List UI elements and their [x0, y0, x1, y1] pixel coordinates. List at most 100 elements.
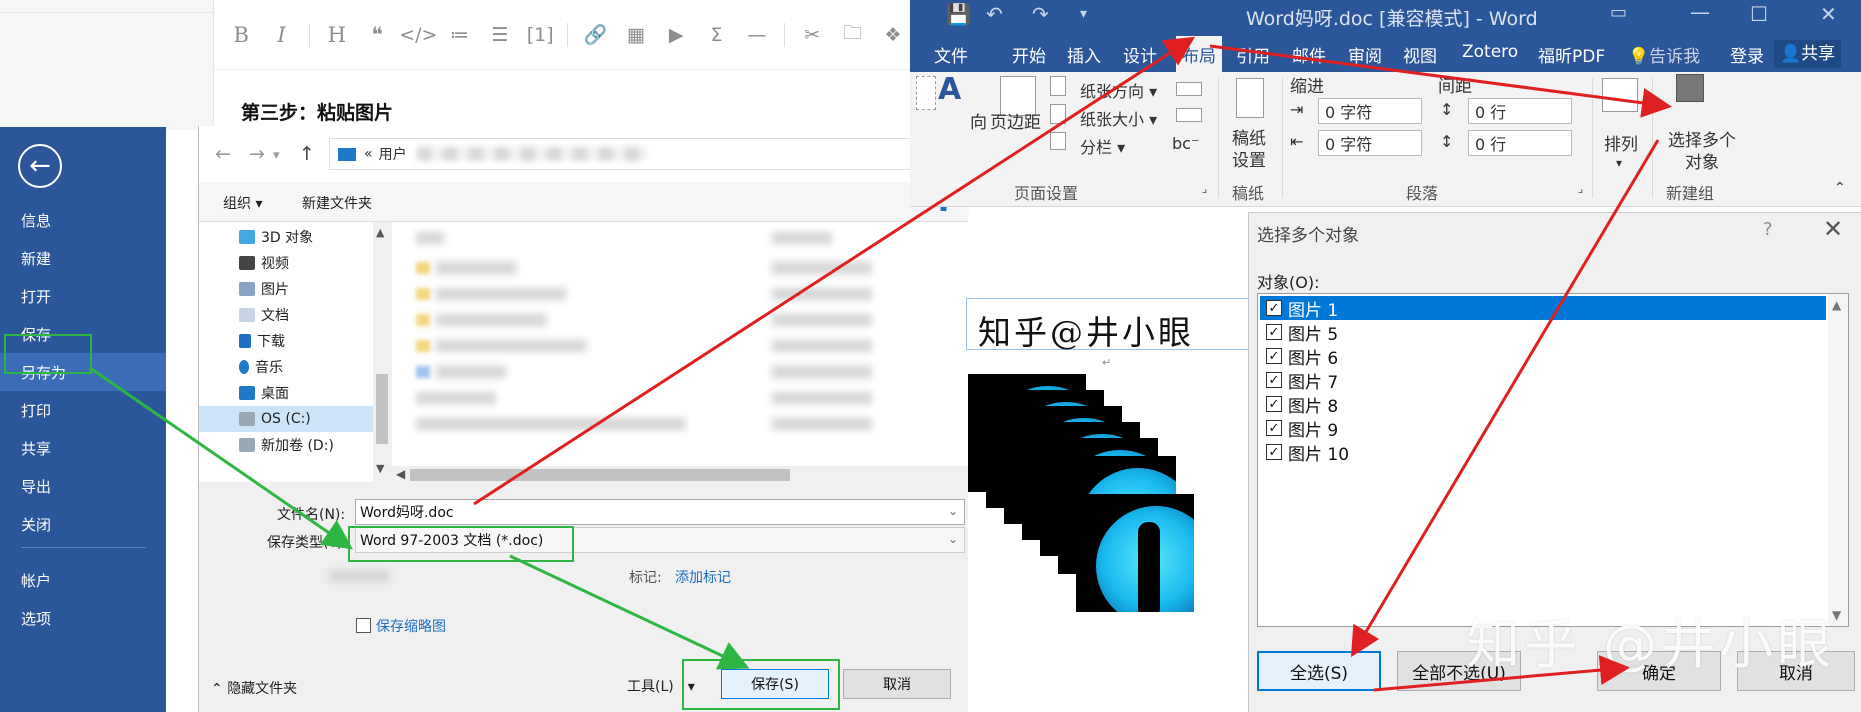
- customize-qat-icon[interactable]: ▾: [1080, 6, 1087, 22]
- indent-right-input[interactable]: 0 字符: [1318, 130, 1422, 156]
- select-multiple-objects-button[interactable]: 选择多个对象: [1662, 130, 1742, 174]
- size-button[interactable]: 纸张大小 ▾: [1080, 106, 1157, 130]
- scroll-left-icon[interactable]: ◀: [396, 467, 405, 481]
- collapse-ribbon-icon[interactable]: ⌃: [1834, 180, 1846, 196]
- list-item[interactable]: ✓ 图片 9: [1260, 416, 1826, 441]
- cancel-button[interactable]: 取消: [843, 669, 951, 699]
- list-item[interactable]: ✓ 图片 6: [1260, 344, 1826, 369]
- close-icon[interactable]: ✕: [1820, 2, 1837, 26]
- line-numbers-icon[interactable]: [1176, 108, 1202, 122]
- nav-item-downloads[interactable]: 下载: [239, 328, 389, 354]
- undo-icon[interactable]: ↶: [986, 2, 1003, 26]
- plugin-icon[interactable]: ❖: [876, 17, 910, 53]
- tell-me-box[interactable]: 💡告诉我: [1628, 42, 1700, 67]
- forward-nav-icon[interactable]: →: [249, 143, 265, 165]
- orientation-button[interactable]: 纸张方向 ▾: [1080, 78, 1157, 102]
- help-icon[interactable]: ?: [1763, 219, 1773, 240]
- indent-left-input[interactable]: 0 字符: [1318, 98, 1422, 124]
- dialog-launcher-icon[interactable]: ⌟: [1202, 182, 1207, 195]
- tab-view[interactable]: 视图: [1403, 42, 1437, 67]
- tab-references[interactable]: 引用: [1236, 42, 1270, 67]
- scroll-thumb[interactable]: [376, 374, 388, 444]
- text-direction-label[interactable]: 向: [970, 108, 987, 133]
- scroll-thumb[interactable]: [410, 469, 790, 481]
- up-folder-icon[interactable]: ↑: [299, 143, 315, 165]
- nav-item-desktop[interactable]: 桌面: [239, 380, 389, 406]
- backstage-item-info[interactable]: 信息: [0, 201, 166, 239]
- bold-icon[interactable]: B: [224, 17, 258, 53]
- divider-icon[interactable]: —: [740, 17, 774, 53]
- tab-design[interactable]: 设计: [1123, 42, 1157, 67]
- objects-list[interactable]: ✓ 图片 1 ✓ 图片 5 ✓ 图片 6 ✓ 图片 7 ✓ 图片 8 ✓ 图片 9 ✓ 图片 …: [1257, 293, 1849, 627]
- checkbox-checked-icon[interactable]: ✓: [1266, 300, 1282, 316]
- list-item[interactable]: ✓ 图片 8: [1260, 392, 1826, 417]
- unordered-list-icon[interactable]: ☰: [483, 17, 517, 53]
- list-item[interactable]: ✓ 图片 5: [1260, 320, 1826, 345]
- ordered-list-icon[interactable]: ≔: [442, 17, 476, 53]
- tab-review[interactable]: 审阅: [1348, 42, 1382, 67]
- hyphenation-icon[interactable]: bc⁻: [1172, 134, 1199, 153]
- image-icon[interactable]: ▦: [619, 17, 653, 53]
- tab-home[interactable]: 开始: [1012, 42, 1046, 67]
- backstage-item-print[interactable]: 打印: [0, 391, 166, 429]
- scroll-up-icon[interactable]: ▲: [1832, 298, 1841, 312]
- clear-format-icon[interactable]: ✂: [795, 17, 829, 53]
- share-button[interactable]: 👤共享: [1774, 40, 1842, 68]
- back-arrow-icon[interactable]: ←: [18, 144, 62, 188]
- dialog-launcher-icon[interactable]: ⌟: [1578, 182, 1583, 195]
- back-nav-icon[interactable]: ←: [215, 143, 231, 165]
- backstage-item-close[interactable]: 关闭: [0, 505, 166, 543]
- chevron-down-icon[interactable]: ▾: [1616, 156, 1622, 170]
- document-image[interactable]: [1076, 494, 1194, 612]
- recent-locations-icon[interactable]: ▾: [273, 148, 280, 163]
- footnote-icon[interactable]: [1]: [523, 17, 557, 53]
- select-all-button[interactable]: 全选(S): [1257, 651, 1381, 691]
- folder-icon[interactable]: 🗀: [835, 17, 869, 53]
- margins-button[interactable]: 页边距: [990, 108, 1041, 133]
- nav-scrollbar[interactable]: ▲ ▼: [373, 222, 391, 482]
- text-direction-icon[interactable]: A: [938, 72, 961, 107]
- tab-insert[interactable]: 插入: [1067, 42, 1101, 67]
- save-thumbnail-label[interactable]: 保存缩略图: [376, 616, 446, 636]
- hide-folders-toggle[interactable]: ⌃ 隐藏文件夹: [211, 678, 297, 698]
- nav-item-music[interactable]: 音乐: [239, 354, 389, 380]
- document-text[interactable]: 知乎@井小眼: [978, 306, 1194, 354]
- scroll-down-icon[interactable]: ▼: [376, 462, 384, 475]
- quote-icon[interactable]: ❝: [360, 17, 394, 53]
- close-icon[interactable]: ✕: [1823, 215, 1843, 243]
- list-item[interactable]: ✓ 图片 1: [1260, 296, 1826, 321]
- chevron-down-icon[interactable]: ⌄: [948, 504, 958, 518]
- add-tags-link[interactable]: 添加标记: [675, 567, 731, 587]
- nav-item-os-c[interactable]: OS (C:): [199, 406, 375, 432]
- sign-in-button[interactable]: 登录: [1730, 42, 1764, 67]
- list-item[interactable]: ✓ 图片 10: [1260, 440, 1826, 465]
- backstage-item-account[interactable]: 帐户: [0, 561, 166, 599]
- scroll-up-icon[interactable]: ▲: [376, 226, 384, 239]
- list-item[interactable]: ✓ 图片 7: [1260, 368, 1826, 393]
- columns-button[interactable]: 分栏 ▾: [1080, 134, 1125, 158]
- select-objects-icon[interactable]: [1676, 74, 1704, 102]
- save-thumbnail-checkbox[interactable]: [356, 618, 371, 633]
- redo-icon[interactable]: ↷: [1032, 2, 1049, 26]
- nav-item-documents[interactable]: 文档: [239, 302, 389, 328]
- save-icon[interactable]: 💾: [946, 2, 971, 26]
- tab-zotero[interactable]: Zotero: [1462, 42, 1518, 62]
- maximize-icon[interactable]: ☐: [1750, 2, 1768, 26]
- nav-item-drive-d[interactable]: 新加卷 (D:): [239, 432, 389, 458]
- filename-input[interactable]: Word妈呀.doc ⌄: [355, 499, 965, 525]
- address-box[interactable]: « 用户: [329, 138, 959, 170]
- backstage-item-open[interactable]: 打开: [0, 277, 166, 315]
- checkbox-checked-icon[interactable]: ✓: [1266, 444, 1282, 460]
- checkbox-checked-icon[interactable]: ✓: [1266, 324, 1282, 340]
- backstage-item-options[interactable]: 选项: [0, 599, 166, 637]
- arrange-button[interactable]: 排列: [1604, 130, 1638, 155]
- tab-foxit-pdf[interactable]: 福昕PDF: [1538, 42, 1605, 67]
- organize-button[interactable]: 组织 ▾: [223, 193, 262, 213]
- chevron-down-icon[interactable]: ⌄: [948, 532, 958, 546]
- formula-icon[interactable]: Σ: [699, 17, 733, 53]
- minimize-icon[interactable]: —: [1690, 0, 1710, 24]
- nav-item-3d-objects[interactable]: 3D 对象: [239, 224, 389, 250]
- tab-file[interactable]: 文件: [934, 42, 968, 67]
- tab-mailings[interactable]: 邮件: [1292, 42, 1326, 67]
- new-folder-button[interactable]: 新建文件夹: [302, 193, 372, 213]
